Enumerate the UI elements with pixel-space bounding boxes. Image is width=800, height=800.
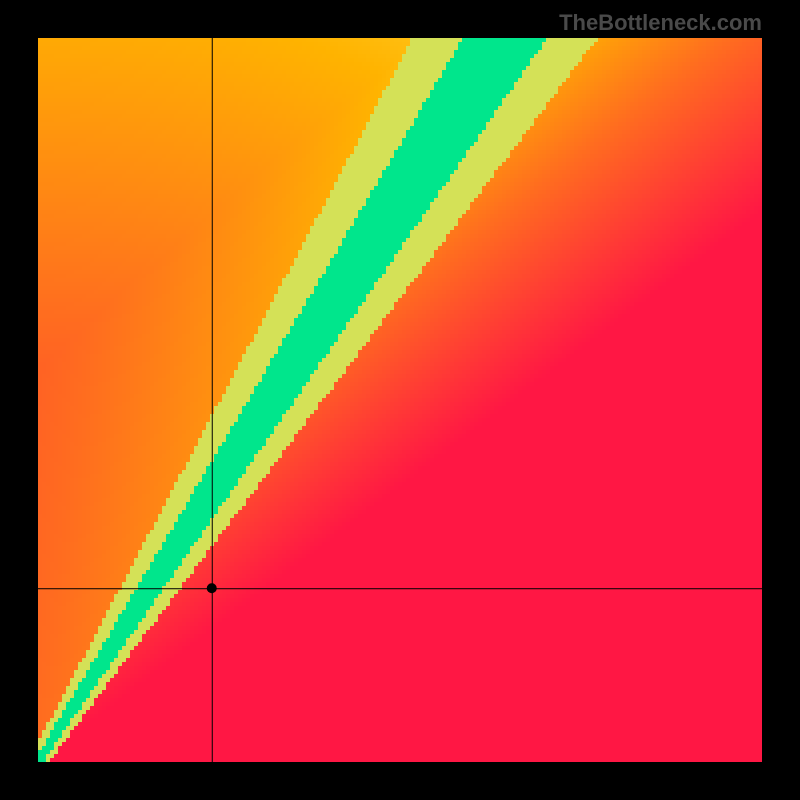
chart-frame: TheBottleneck.com	[0, 0, 800, 800]
heatmap-plot	[38, 38, 762, 762]
watermark-text: TheBottleneck.com	[559, 10, 762, 36]
heatmap-canvas	[38, 38, 762, 762]
